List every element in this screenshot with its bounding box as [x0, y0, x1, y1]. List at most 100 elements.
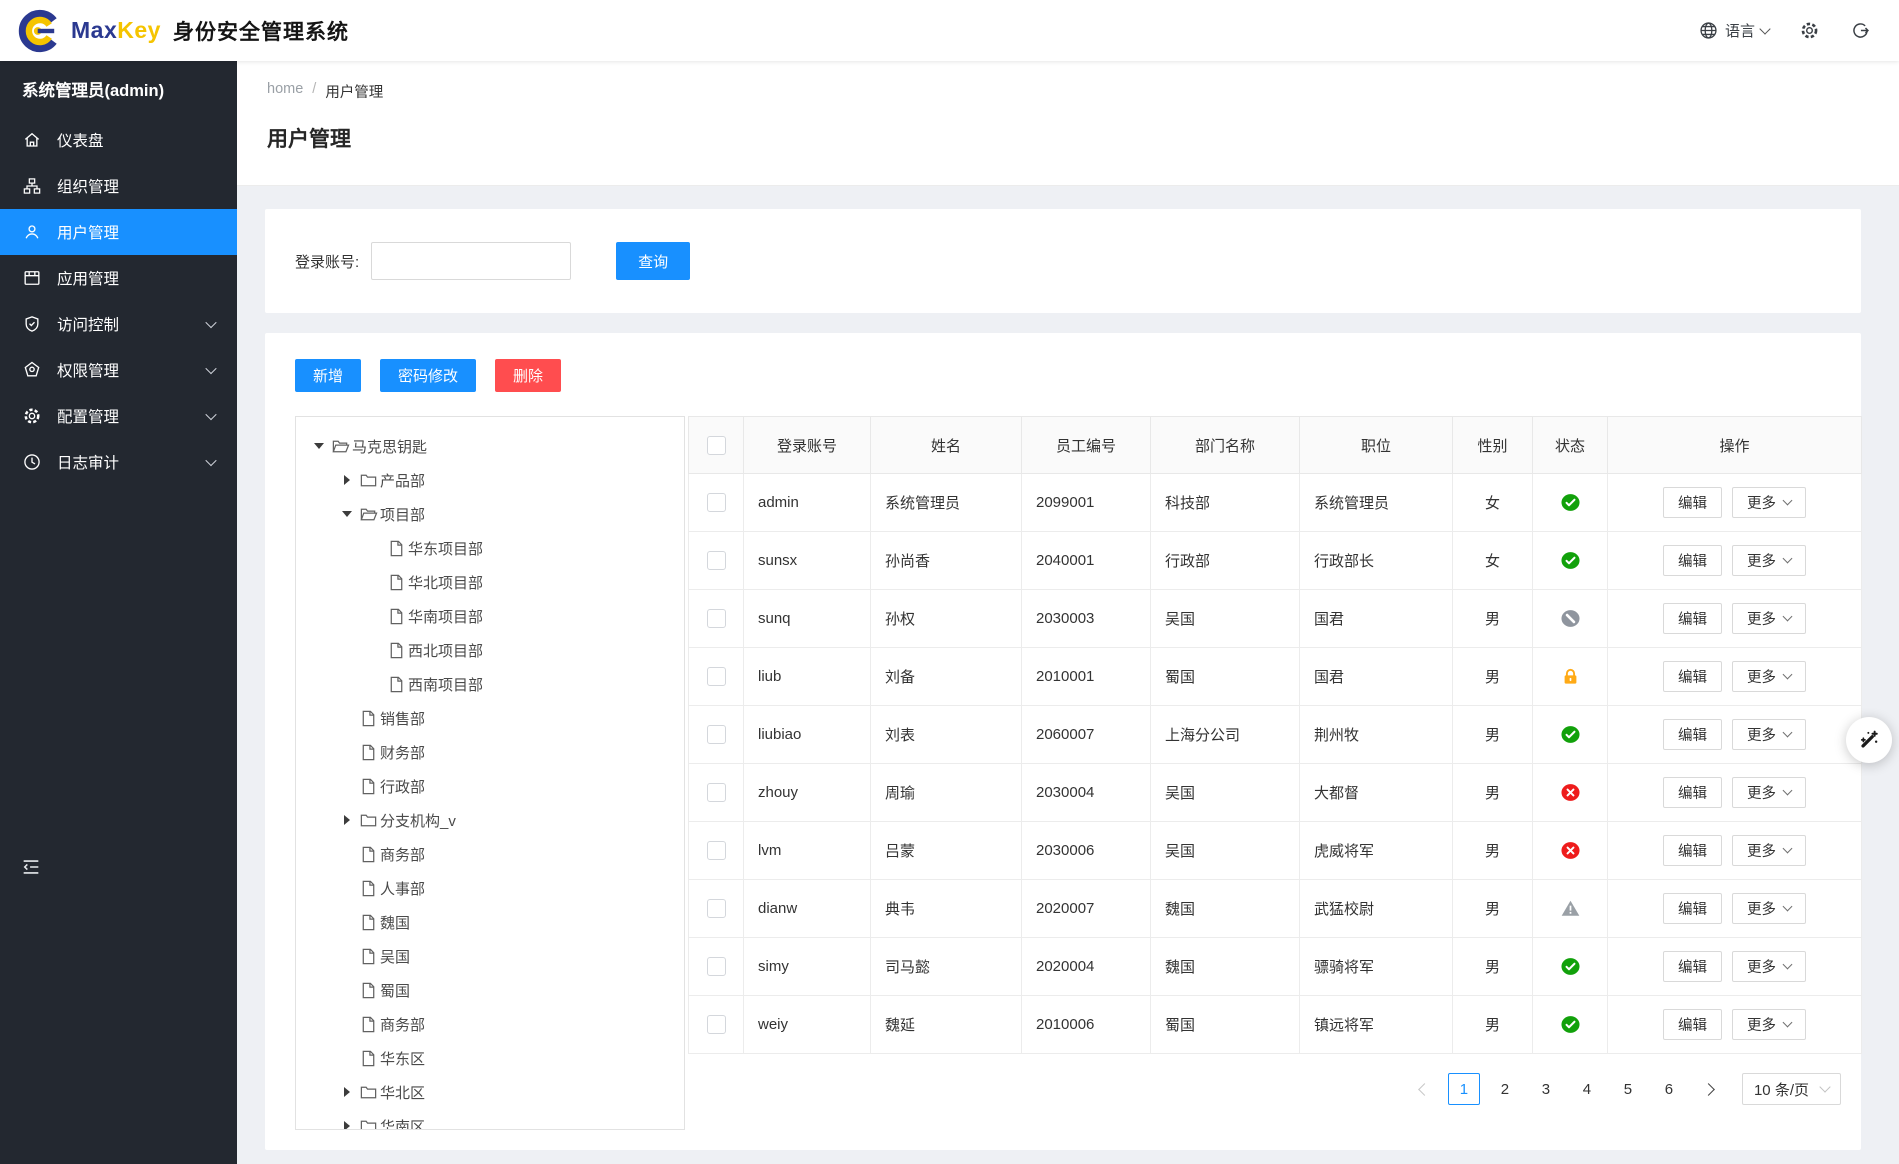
more-button[interactable]: 更多 — [1732, 719, 1806, 750]
tree-node[interactable]: 华东项目部 — [296, 531, 684, 565]
page-size-select[interactable]: 10 条/页 — [1741, 1073, 1841, 1105]
tree-node[interactable]: 华南区 — [296, 1109, 684, 1129]
more-button[interactable]: 更多 — [1732, 835, 1806, 866]
folder-closed-icon — [359, 810, 379, 830]
page-2-button[interactable]: 2 — [1488, 1073, 1521, 1105]
caret-right-icon[interactable] — [334, 1121, 359, 1129]
tree-node[interactable]: 马克思钥匙 — [296, 429, 684, 463]
more-button[interactable]: 更多 — [1732, 603, 1806, 634]
caret-down-icon[interactable] — [306, 443, 331, 449]
row-checkbox[interactable] — [706, 783, 726, 802]
query-button[interactable]: 查询 — [616, 242, 691, 280]
row-checkbox[interactable] — [706, 551, 726, 570]
tree-node[interactable]: 产品部 — [296, 463, 684, 497]
more-button[interactable]: 更多 — [1732, 777, 1806, 808]
tree-node[interactable]: 华北项目部 — [296, 565, 684, 599]
more-button[interactable]: 更多 — [1732, 1009, 1806, 1040]
tree-node[interactable]: 项目部 — [296, 497, 684, 531]
sidebar-item-permission[interactable]: 权限管理 — [0, 347, 237, 393]
table-row: sunsx 孙尚香 2040001 行政部 行政部长女 编辑 更多 — [688, 531, 1862, 590]
tree-node[interactable]: 华东区 — [296, 1041, 684, 1075]
name-cell: 吕蒙 — [870, 821, 1022, 880]
tree-node[interactable]: 西北项目部 — [296, 633, 684, 667]
more-button[interactable]: 更多 — [1732, 661, 1806, 692]
tree-node[interactable]: 商务部 — [296, 1007, 684, 1041]
tree-node[interactable]: 分支机构_v — [296, 803, 684, 837]
edit-button[interactable]: 编辑 — [1663, 719, 1722, 750]
sidebar-item-org[interactable]: 组织管理 — [0, 163, 237, 209]
settings-gear-icon[interactable] — [1799, 20, 1820, 41]
sidebar-item-dashboard[interactable]: 仪表盘 — [0, 117, 237, 163]
theme-wand-button[interactable] — [1846, 717, 1892, 763]
edit-button[interactable]: 编辑 — [1663, 777, 1722, 808]
tree-node[interactable]: 华南项目部 — [296, 599, 684, 633]
access-icon — [22, 314, 42, 334]
row-checkbox[interactable] — [706, 1015, 726, 1034]
more-button[interactable]: 更多 — [1732, 487, 1806, 518]
login-account-input[interactable] — [371, 242, 572, 280]
sidebar-item-access[interactable]: 访问控制 — [0, 301, 237, 347]
page-1-button[interactable]: 1 — [1447, 1073, 1480, 1105]
sidebar-item-config[interactable]: 配置管理 — [0, 393, 237, 439]
breadcrumb-home[interactable]: home — [267, 81, 303, 102]
tree-node[interactable]: 行政部 — [296, 769, 684, 803]
more-button[interactable]: 更多 — [1732, 545, 1806, 576]
page-5-button[interactable]: 5 — [1611, 1073, 1644, 1105]
tree-node[interactable]: 财务部 — [296, 735, 684, 769]
page-6-button[interactable]: 6 — [1652, 1073, 1685, 1105]
edit-button[interactable]: 编辑 — [1663, 661, 1722, 692]
page-4-button[interactable]: 4 — [1570, 1073, 1603, 1105]
sidebar-item-app[interactable]: 应用管理 — [0, 255, 237, 301]
tree-node[interactable]: 人事部 — [296, 871, 684, 905]
row-checkbox[interactable] — [706, 841, 726, 860]
collapse-sidebar-icon[interactable] — [20, 856, 42, 878]
more-button[interactable]: 更多 — [1732, 951, 1806, 982]
caret-right-icon[interactable] — [334, 475, 359, 485]
table-row: admin 系统管理员 2099001 科技部 系统管理员女编辑 更多 — [688, 473, 1862, 532]
tree-node[interactable]: 吴国 — [296, 939, 684, 973]
edit-button[interactable]: 编辑 — [1663, 893, 1722, 924]
sidebar-item-user[interactable]: 用户管理 — [0, 209, 237, 255]
delete-button[interactable]: 删除 — [495, 359, 562, 392]
caret-right-icon[interactable] — [334, 815, 359, 825]
row-checkbox[interactable] — [706, 667, 726, 686]
row-checkbox[interactable] — [706, 609, 726, 628]
edit-button[interactable]: 编辑 — [1663, 951, 1722, 982]
tree-node[interactable]: 华北区 — [296, 1075, 684, 1109]
language-menu[interactable]: 语言 — [1698, 20, 1771, 41]
row-checkbox[interactable] — [706, 725, 726, 744]
tree-node[interactable]: 蜀国 — [296, 973, 684, 1007]
tree-node[interactable]: 销售部 — [296, 701, 684, 735]
tree-node[interactable]: 商务部 — [296, 837, 684, 871]
actions-cell: 编辑 更多 — [1607, 647, 1862, 706]
edit-button[interactable]: 编辑 — [1663, 545, 1722, 576]
name-cell: 刘表 — [870, 705, 1022, 764]
edit-button[interactable]: 编辑 — [1663, 1009, 1722, 1040]
more-button[interactable]: 更多 — [1732, 893, 1806, 924]
change-password-button[interactable]: 密码修改 — [380, 359, 477, 392]
edit-button[interactable]: 编辑 — [1663, 835, 1722, 866]
logout-icon[interactable] — [1850, 20, 1871, 41]
edit-button[interactable]: 编辑 — [1663, 487, 1722, 518]
department-cell: 上海分公司 — [1150, 705, 1300, 764]
prev-page-button[interactable] — [1406, 1073, 1439, 1105]
add-button[interactable]: 新增 — [295, 359, 362, 392]
sidebar-item-audit[interactable]: 日志审计 — [0, 439, 237, 485]
edit-button[interactable]: 编辑 — [1663, 603, 1722, 634]
file-icon — [387, 572, 407, 592]
tree-node[interactable]: 魏国 — [296, 905, 684, 939]
position-cell: 虎威将军 — [1299, 821, 1453, 880]
select-all-checkbox[interactable] — [706, 435, 726, 455]
tree-node[interactable]: 西南项目部 — [296, 667, 684, 701]
caret-down-icon[interactable] — [334, 511, 359, 517]
next-page-button[interactable] — [1693, 1073, 1726, 1105]
tree-node-label: 商务部 — [380, 846, 426, 864]
app-title: 身份安全管理系统 — [172, 20, 349, 44]
row-checkbox[interactable] — [706, 957, 726, 976]
row-checkbox[interactable] — [706, 899, 726, 918]
page-3-button[interactable]: 3 — [1529, 1073, 1562, 1105]
search-panel: 登录账号: 查询 — [265, 209, 1861, 313]
row-checkbox[interactable] — [706, 493, 726, 512]
caret-right-icon[interactable] — [334, 1087, 359, 1097]
gender-cell: 男 — [1452, 879, 1533, 938]
